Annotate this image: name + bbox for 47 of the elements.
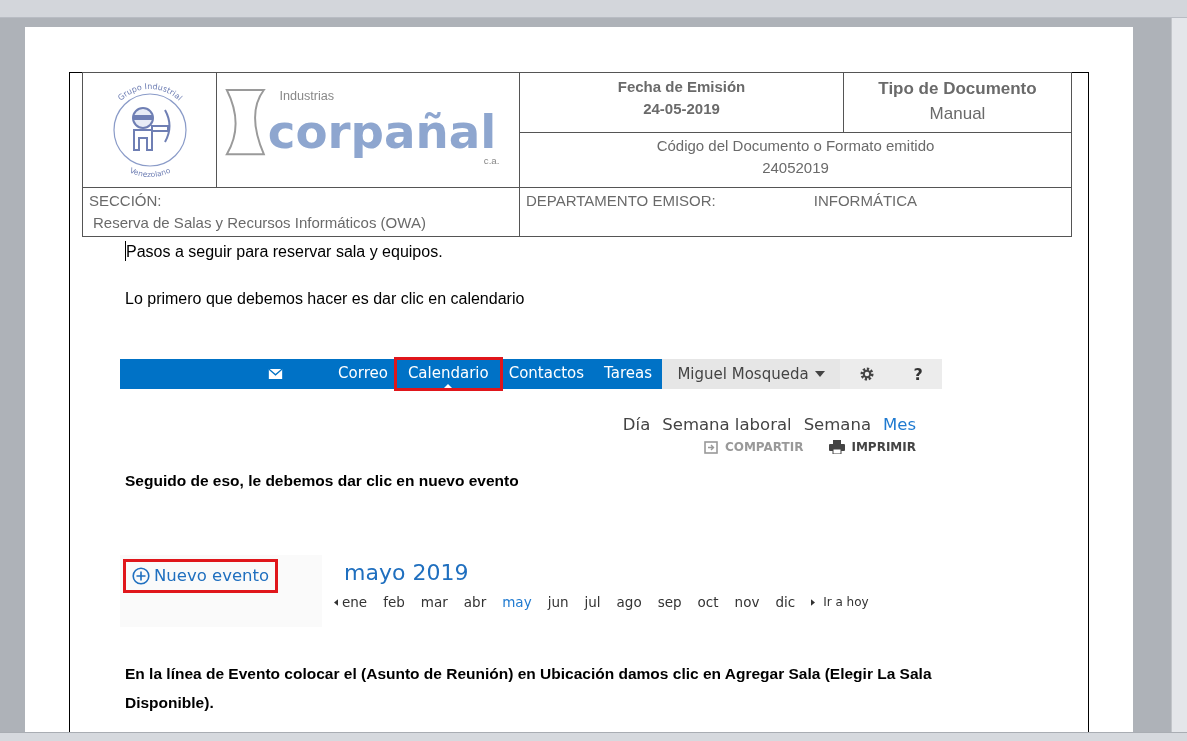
department-name: INFORMÁTICA [813,192,918,209]
view-tab[interactable]: Semana [803,415,871,434]
view-tab[interactable]: Mes [883,415,916,434]
department-label: DEPARTAMENTO EMISOR: [526,192,716,209]
mail-icon[interactable] [268,369,284,379]
settings-icon[interactable] [859,366,876,382]
issue-date-label: Fecha de Emisión [616,77,747,97]
paragraph: Pasos a seguir para reservar sala y equipos. [126,243,443,260]
paragraph: En la línea de Evento colocar el (Asunto de Reunión) en Ubicación damos clic en Agregar Sala (Elegir La Sala Disponible). [125,664,933,713]
month-link[interactable]: feb [383,594,405,610]
issue-date: 24-05-2019 [642,99,721,119]
month-link[interactable]: mar [420,594,448,610]
nav-tab[interactable]: Correo [338,362,388,384]
month-link[interactable]: dic [775,594,796,610]
section-name: Reserva de Salas y Recursos Informáticos (OWA) [92,213,427,233]
doc-type: Manual [928,103,987,125]
help-button[interactable]: ? [913,364,923,384]
view-tab[interactable]: Semana laboral [662,415,792,434]
code-label: Código del Documento o Formato emitido [655,136,936,156]
previous-arrow-icon[interactable] [334,598,338,606]
print-button[interactable]: IMPRIMIR [829,440,916,454]
month-link[interactable]: abr [463,594,487,610]
paragraph: Lo primero que debemos hacer es dar clic en calendario [125,289,526,309]
section-label: SECCIÓN: [89,191,163,211]
doc-type-label: Tipo de Documento [877,78,1038,100]
month-link[interactable]: ene [342,594,368,610]
view-tab[interactable]: Día [622,415,651,434]
month-link[interactable]: jul [584,594,601,610]
paragraph: Seguido de eso, le debemos dar clic en nuevo evento [125,471,520,491]
caret-icon [814,371,825,377]
nav-tab[interactable]: Tareas [604,362,652,384]
month-link[interactable]: nov [734,594,760,610]
today-link[interactable]: Ir a hoy [823,595,869,609]
calendar-share-icon [702,440,719,454]
nav-tab[interactable]: Calendario [407,362,489,384]
month-link[interactable]: sep [657,594,682,610]
document-code: 24052019 [761,158,830,178]
month-link[interactable]: jun [547,594,569,610]
new-event-button[interactable]: Nuevo evento [123,559,279,593]
printer-icon [829,440,846,454]
next-arrow-icon[interactable] [811,598,816,606]
month-link[interactable]: ago [616,594,642,610]
month-link[interactable]: may [502,594,532,610]
month-title: mayo 2019 [344,559,470,587]
plus-circle-icon [132,566,150,585]
month-link[interactable]: oct [697,594,719,610]
nav-tab[interactable]: Contactos [508,362,585,384]
